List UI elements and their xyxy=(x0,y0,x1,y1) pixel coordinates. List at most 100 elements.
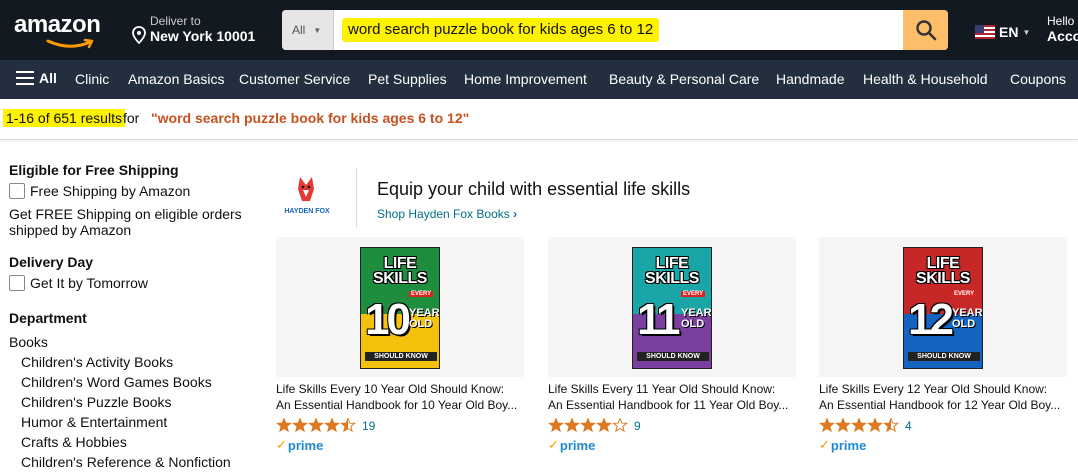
account-menu[interactable]: Hello Acco xyxy=(1047,14,1078,44)
fox-logo-icon xyxy=(298,177,314,201)
caret-down-icon: ▼ xyxy=(313,25,322,35)
subnav-link-amazon-basics[interactable]: Amazon Basics xyxy=(128,71,224,87)
star xyxy=(612,418,628,433)
prime-check-icon: ✓ xyxy=(819,437,830,452)
product-rating[interactable]: 9 xyxy=(548,418,641,433)
hayden-fox-logo[interactable]: HAYDEN FOX xyxy=(282,173,332,221)
star xyxy=(596,418,612,433)
location-pin-icon xyxy=(132,26,146,44)
star-rating-icon xyxy=(276,418,356,433)
subnav-link-customer-service[interactable]: Customer Service xyxy=(239,71,350,87)
subnav-link-handmade[interactable]: Handmade xyxy=(776,71,845,87)
star xyxy=(548,418,564,433)
account-label: Acco xyxy=(1047,28,1078,44)
department-item[interactable]: Crafts & Hobbies xyxy=(21,434,127,450)
us-flag-icon xyxy=(975,25,995,39)
delivery-tomorrow-filter[interactable]: Get It by Tomorrow xyxy=(9,275,148,291)
shop-brand-link[interactable]: Shop Hayden Fox Books › xyxy=(377,207,517,221)
department-books[interactable]: Books xyxy=(9,334,48,350)
shop-brand-link-text: Shop Hayden Fox Books xyxy=(377,207,510,221)
deliver-location: New York 10001 xyxy=(150,28,256,44)
star xyxy=(292,418,308,433)
smile-arrow-icon xyxy=(46,38,94,49)
chevron-right-icon: › xyxy=(513,207,518,221)
review-count[interactable]: 9 xyxy=(634,419,641,433)
prime-check-icon: ✓ xyxy=(276,437,287,452)
star xyxy=(819,418,835,433)
caret-down-icon: ▼ xyxy=(1022,27,1031,37)
department-item[interactable]: Humor & Entertainment xyxy=(21,414,167,430)
free-shipping-filter[interactable]: Free Shipping by Amazon xyxy=(9,183,190,199)
search-button[interactable] xyxy=(903,10,948,50)
product-image[interactable]: LIFE SKILLS EVERY 11 YEAR OLD SHOULD KNOW xyxy=(548,237,796,377)
free-shipping-label: Free Shipping by Amazon xyxy=(30,183,191,199)
all-label: All xyxy=(39,70,57,86)
subnav-link-clinic[interactable]: Clinic xyxy=(75,71,109,87)
all-menu-button[interactable]: All xyxy=(16,70,57,86)
star xyxy=(883,418,899,433)
product-title[interactable]: Life Skills Every 11 Year Old Should Kno… xyxy=(548,381,798,413)
logo-text: amazon xyxy=(14,11,101,38)
department-item[interactable]: Children's Word Games Books xyxy=(21,374,212,390)
sponsored-headline[interactable]: Equip your child with essential life ski… xyxy=(377,179,690,200)
delivery-day-heading: Delivery Day xyxy=(9,254,94,270)
book-cover: LIFE SKILLS EVERY 11 YEAR OLD SHOULD KNOW xyxy=(632,247,712,369)
star-rating-icon xyxy=(548,418,628,433)
department-heading: Department xyxy=(9,310,87,326)
top-navbar: amazon Deliver to New York 10001 All ▼ w… xyxy=(0,0,1078,60)
brand-logo-text: HAYDEN FOX xyxy=(284,208,330,215)
department-item[interactable]: Children's Puzzle Books xyxy=(21,394,172,410)
subnav-link-coupons[interactable]: Coupons xyxy=(1010,71,1066,87)
star xyxy=(340,418,356,433)
deliver-label: Deliver to xyxy=(150,14,201,28)
star xyxy=(308,418,324,433)
product-image[interactable]: LIFE SKILLS EVERY 12 YEAR OLD SHOULD KNOW xyxy=(819,237,1067,377)
review-count[interactable]: 19 xyxy=(362,419,375,433)
star xyxy=(276,418,292,433)
product-title[interactable]: Life Skills Every 10 Year Old Should Kno… xyxy=(276,381,526,413)
account-greeting: Hello xyxy=(1047,14,1075,28)
search-bar: All ▼ word search puzzle book for kids a… xyxy=(282,10,948,50)
star xyxy=(564,418,580,433)
book-cover: LIFE SKILLS EVERY 12 YEAR OLD SHOULD KNOW xyxy=(903,247,983,369)
product-rating[interactable]: 4 xyxy=(819,418,912,433)
star-rating-icon xyxy=(819,418,899,433)
free-shipping-desc: Get FREE Shipping on eligible orders xyxy=(9,206,242,222)
results-for-label: for xyxy=(123,110,140,126)
star xyxy=(835,418,851,433)
subnav-link-health-household[interactable]: Health & Household xyxy=(863,71,988,87)
free-shipping-heading: Eligible for Free Shipping xyxy=(9,162,179,178)
prime-check-icon: ✓ xyxy=(548,437,559,452)
prime-badge: ✓ prime xyxy=(548,437,596,453)
delivery-tomorrow-checkbox[interactable] xyxy=(9,275,25,291)
product-rating[interactable]: 19 xyxy=(276,418,375,433)
free-shipping-checkbox[interactable] xyxy=(9,183,25,199)
language-selector[interactable]: EN ▼ xyxy=(975,24,1030,40)
department-item[interactable]: Children's Reference & Nonfiction xyxy=(21,454,231,470)
language-label: EN xyxy=(999,24,1019,40)
results-info-bar: 1-16 of 651 results for "word search puz… xyxy=(0,99,1078,140)
star xyxy=(324,418,340,433)
product-title[interactable]: Life Skills Every 12 Year Old Should Kno… xyxy=(819,381,1069,413)
search-input[interactable]: word search puzzle book for kids ages 6 … xyxy=(342,18,660,42)
results-count: 1-16 of 651 results xyxy=(3,109,125,127)
subnav-link-home-improvement[interactable]: Home Improvement xyxy=(464,71,587,87)
subnav-link-beauty[interactable]: Beauty & Personal Care xyxy=(609,71,759,87)
star xyxy=(580,418,596,433)
sub-navbar: All Clinic Amazon Basics Customer Servic… xyxy=(0,60,1078,99)
book-cover: LIFE SKILLS EVERY 10 YEAR OLD SHOULD KNOW xyxy=(360,247,440,369)
brand-divider xyxy=(356,168,357,228)
subnav-link-pet-supplies[interactable]: Pet Supplies xyxy=(368,71,447,87)
star xyxy=(867,418,883,433)
search-category-dropdown[interactable]: All ▼ xyxy=(282,10,334,50)
free-shipping-desc-2: shipped by Amazon xyxy=(9,222,132,238)
hamburger-icon xyxy=(16,71,34,85)
product-image[interactable]: LIFE SKILLS EVERY 10 YEAR OLD SHOULD KNOW xyxy=(276,237,524,377)
department-item[interactable]: Children's Activity Books xyxy=(21,354,173,370)
results-query: "word search puzzle book for kids ages 6… xyxy=(151,110,470,126)
amazon-logo[interactable]: amazon xyxy=(14,12,114,50)
search-icon xyxy=(915,20,936,41)
prime-badge: ✓ prime xyxy=(276,437,324,453)
review-count[interactable]: 4 xyxy=(905,419,912,433)
star xyxy=(851,418,867,433)
